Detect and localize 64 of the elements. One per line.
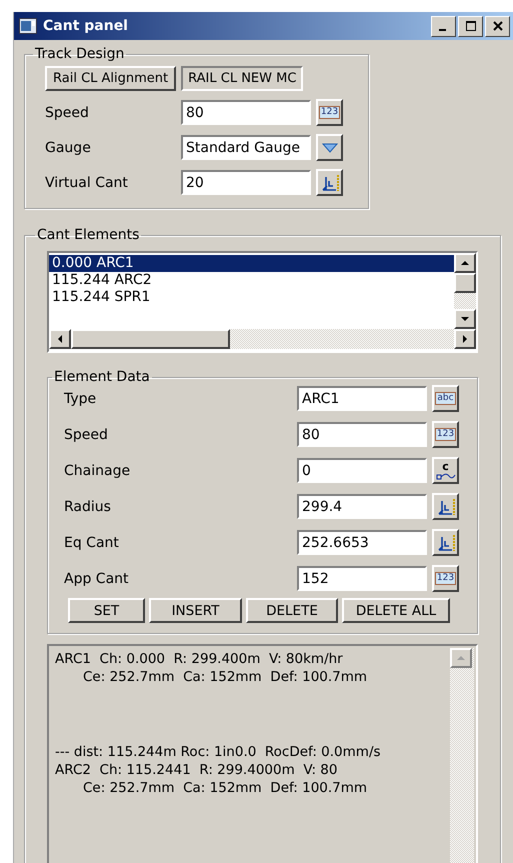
angle-icon [436, 532, 456, 552]
angle-icon [436, 496, 456, 516]
list-item[interactable]: 0.000 ARC1 [49, 255, 454, 272]
alignment-button[interactable]: Rail CL Alignment [45, 66, 176, 91]
right-arrow-icon [460, 334, 470, 344]
down-arrow-icon [460, 314, 470, 324]
dropdown-button[interactable] [316, 134, 343, 161]
field-label: Type [64, 390, 98, 406]
input-field[interactable]: 252.6653 [297, 530, 427, 555]
window-title: Cant panel [43, 18, 129, 34]
group-title: Track Design [34, 46, 126, 62]
input-field[interactable]: 80 [181, 100, 311, 125]
input-field[interactable]: 20 [181, 170, 311, 195]
field-label: Virtual Cant [45, 174, 129, 190]
field-label: Eq Cant [64, 534, 120, 550]
input-field[interactable]: 152 [297, 566, 427, 591]
input-field[interactable]: ARC1 [297, 386, 427, 411]
input-field[interactable]: 299.4 [297, 494, 427, 519]
minimize-button[interactable] [431, 16, 456, 36]
action-button[interactable]: DELETE [246, 598, 338, 623]
close-icon [492, 20, 504, 32]
group-title: Element Data [53, 369, 151, 385]
field-label: Gauge [45, 140, 92, 156]
group-title: Cant Elements [36, 227, 140, 243]
angle-icon [320, 172, 340, 192]
chainage-button[interactable]: c [432, 457, 459, 484]
up-arrow-icon [460, 258, 470, 268]
input-field[interactable]: 80 [297, 422, 427, 447]
horizontal-scrollbar[interactable] [49, 329, 476, 349]
report-line: Ce: 252.7mm Ca: 152mm Def: 100.7mm [82, 668, 368, 686]
input-field[interactable]: 0 [297, 458, 427, 483]
up-arrow-icon [456, 653, 466, 663]
field-label: Radius [64, 498, 112, 514]
field-label: Speed [45, 104, 90, 120]
maximize-icon [464, 20, 476, 32]
input-field[interactable]: Standard Gauge [181, 135, 311, 160]
list-item[interactable]: 115.244 ARC2 [49, 272, 454, 289]
field-label: Chainage [64, 462, 132, 478]
report-line: --- dist: 115.244m Roc: 1in0.0 RocDef: 0.0mm/s [55, 743, 382, 761]
pick-button[interactable] [432, 493, 459, 520]
pick-button[interactable] [432, 529, 459, 556]
action-button[interactable]: DELETE ALL [342, 598, 450, 623]
curve-icon [436, 472, 456, 480]
number-button[interactable]: 123 [432, 565, 459, 592]
maximize-button[interactable] [458, 16, 483, 36]
minimize-icon [439, 29, 446, 31]
field-label: App Cant [64, 570, 130, 586]
alignment-field: RAIL CL NEW MC [181, 66, 304, 91]
vertical-scrollbar[interactable] [450, 648, 474, 863]
vertical-scrollbar[interactable] [454, 253, 476, 329]
action-button[interactable]: SET [68, 598, 145, 623]
text-button[interactable]: abc [432, 385, 459, 412]
close-button[interactable] [485, 16, 510, 36]
number-button[interactable]: 123 [316, 99, 343, 126]
number-button[interactable]: 123 [432, 421, 459, 448]
list-item[interactable]: 115.244 SPR1 [49, 289, 454, 306]
report-line: ARC1 Ch: 0.000 R: 299.400m V: 80km/hr [55, 650, 344, 668]
pick-button[interactable] [316, 169, 343, 196]
field-label: Speed [64, 426, 109, 442]
action-button[interactable]: INSERT [149, 598, 242, 623]
report-line: ARC2 Ch: 115.2441 R: 299.4000m V: 80 [55, 761, 338, 779]
triangle-icon [322, 142, 338, 152]
window-icon [19, 18, 37, 34]
report-line: Ce: 252.7mm Ca: 152mm Def: 100.7mm [82, 779, 368, 797]
